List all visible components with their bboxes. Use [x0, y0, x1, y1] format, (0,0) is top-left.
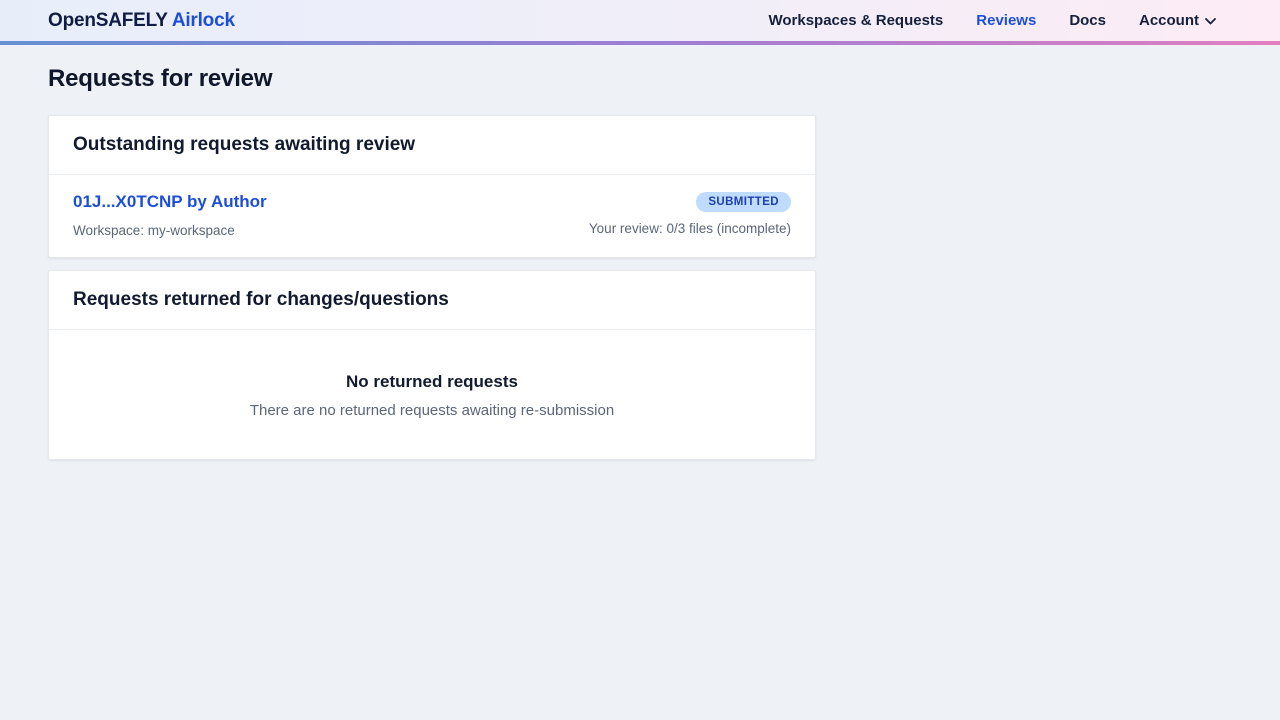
logo-text-primary: OpenSAFELY — [48, 10, 167, 31]
request-details: 01J...X0TCNP by Author Workspace: my-wor… — [73, 192, 267, 238]
request-status: SUBMITTED Your review: 0/3 files (incomp… — [589, 192, 791, 236]
nav-item-account-label: Account — [1139, 12, 1199, 29]
returned-requests-empty-state: No returned requests There are no return… — [49, 330, 815, 459]
review-progress-text: Your review: 0/3 files (incomplete) — [589, 221, 791, 236]
outstanding-requests-card: Outstanding requests awaiting review 01J… — [48, 115, 816, 258]
returned-requests-card-header: Requests returned for changes/questions — [49, 271, 815, 330]
status-badge: SUBMITTED — [696, 192, 791, 212]
request-link[interactable]: 01J...X0TCNP by Author — [73, 192, 267, 212]
request-list-item: 01J...X0TCNP by Author Workspace: my-wor… — [49, 175, 815, 257]
navbar-inner: OpenSAFELY Airlock Workspaces & Requests… — [0, 0, 1280, 41]
app-logo[interactable]: OpenSAFELY Airlock — [48, 10, 235, 32]
nav-item-account[interactable]: Account — [1139, 12, 1216, 29]
navbar: OpenSAFELY Airlock Workspaces & Requests… — [0, 0, 1280, 45]
returned-requests-heading: Requests returned for changes/questions — [73, 289, 791, 311]
logo-text-secondary: Airlock — [172, 10, 235, 31]
nav-item-workspaces-requests[interactable]: Workspaces & Requests — [768, 12, 943, 29]
nav-item-docs[interactable]: Docs — [1069, 12, 1106, 29]
request-workspace-label: Workspace: my-workspace — [73, 223, 267, 238]
nav-item-reviews[interactable]: Reviews — [976, 12, 1036, 29]
page-title: Requests for review — [48, 65, 1232, 93]
main-content: Requests for review Outstanding requests… — [0, 45, 1280, 460]
empty-state-message: There are no returned requests awaiting … — [73, 402, 791, 419]
main-nav: Workspaces & Requests Reviews Docs Accou… — [768, 12, 1216, 29]
outstanding-requests-card-header: Outstanding requests awaiting review — [49, 116, 815, 175]
returned-requests-card: Requests returned for changes/questions … — [48, 270, 816, 460]
empty-state-title: No returned requests — [73, 372, 791, 392]
outstanding-requests-heading: Outstanding requests awaiting review — [73, 134, 791, 156]
chevron-down-icon — [1205, 18, 1216, 25]
